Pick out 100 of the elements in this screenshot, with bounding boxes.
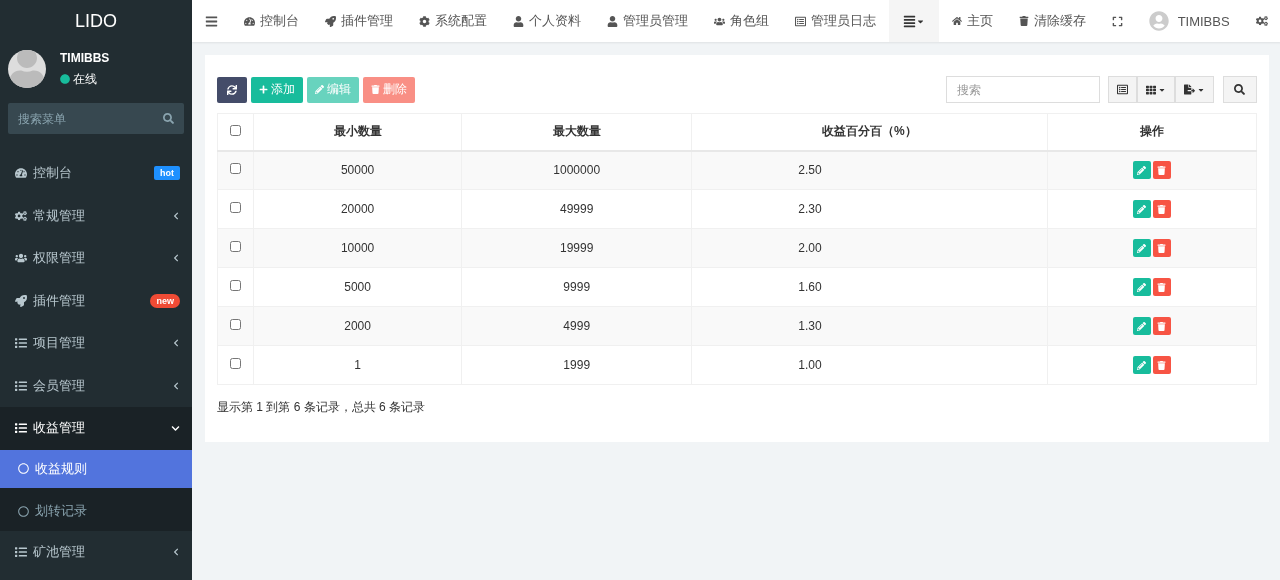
- menu-item[interactable]: 常规管理: [0, 194, 192, 237]
- chevron-down-icon: [171, 423, 180, 433]
- table-cell: 1.30: [691, 306, 1047, 346]
- pencil-icon: [1137, 243, 1147, 253]
- trash-icon: [1157, 321, 1167, 331]
- user-menu[interactable]: TIMIBBS: [1136, 0, 1243, 42]
- trash-icon: [371, 85, 380, 94]
- refresh-button[interactable]: [217, 76, 247, 103]
- menu-icon: [205, 14, 218, 28]
- table-cell: 10000: [253, 228, 462, 268]
- edit-button[interactable]: [1132, 161, 1151, 180]
- refresh-icon: [227, 84, 237, 95]
- select-all-checkbox[interactable]: [230, 124, 241, 136]
- user-avatar: [1149, 11, 1169, 31]
- dashboard-icon: [15, 167, 27, 180]
- column-header: 最小数量: [253, 113, 462, 151]
- row-checkbox[interactable]: [230, 202, 241, 213]
- chevron-left-icon: [172, 211, 180, 220]
- row-checkbox[interactable]: [230, 163, 241, 175]
- list-icon: [903, 14, 916, 28]
- table-cell: 20000: [253, 189, 462, 229]
- users-icon: [15, 252, 27, 265]
- table-cell: 1000000: [461, 150, 692, 190]
- edit-button[interactable]: [1132, 317, 1151, 335]
- search-button[interactable]: [1222, 76, 1257, 103]
- nav-link[interactable]: 清除缓存: [1006, 0, 1099, 42]
- nav-link[interactable]: 角色组: [701, 0, 782, 42]
- list-icon: [15, 379, 27, 392]
- submenu-item[interactable]: 划转记录: [0, 492, 192, 531]
- trash-icon: [1157, 243, 1167, 253]
- table-cell: 4999: [461, 306, 692, 346]
- nav-link[interactable]: 系统配置: [406, 0, 500, 42]
- trash-icon: [1157, 282, 1167, 292]
- pencil-icon: [1137, 165, 1147, 175]
- toggle-view-button[interactable]: [1107, 76, 1137, 103]
- gears-icon: [15, 209, 27, 222]
- nav-link[interactable]: 插件管理: [312, 0, 406, 42]
- row-checkbox[interactable]: [230, 358, 241, 369]
- trash-icon: [1157, 204, 1167, 214]
- menu-item[interactable]: 会员管理: [0, 364, 192, 407]
- nav-dropdown[interactable]: [889, 0, 939, 42]
- table-cell: 1.00: [691, 345, 1047, 385]
- pencil-icon: [1137, 204, 1147, 214]
- edit-button[interactable]: [1132, 356, 1151, 374]
- card-icon: [1116, 84, 1128, 95]
- chevron-left-icon: [172, 381, 180, 390]
- rocket-icon: [325, 15, 336, 27]
- search-icon: [163, 113, 174, 124]
- table-cell: 9999: [461, 267, 692, 307]
- delete-button[interactable]: [1152, 161, 1171, 180]
- table-cell: 1999: [461, 345, 692, 385]
- user-icon: [607, 15, 618, 27]
- nav-link[interactable]: 主页: [939, 0, 1006, 42]
- user-name: TIMIBBS: [60, 50, 110, 65]
- edit-button[interactable]: [1132, 278, 1151, 296]
- edit-button[interactable]: [1132, 200, 1151, 218]
- chevron-left-icon: [172, 547, 180, 556]
- users-icon: [714, 15, 725, 27]
- row-checkbox[interactable]: [230, 241, 241, 252]
- search-field[interactable]: 搜索: [945, 76, 1100, 103]
- menu-item[interactable]: 项目管理: [0, 322, 192, 365]
- home-icon: [952, 16, 962, 26]
- export-button[interactable]: [1174, 76, 1214, 103]
- user-status: 在线: [73, 70, 97, 88]
- list-icon: [15, 422, 27, 435]
- table-cell: 1: [253, 345, 462, 385]
- chevron-left-icon: [172, 254, 180, 263]
- delete-button[interactable]: [1152, 278, 1171, 296]
- export-icon: [1183, 84, 1195, 95]
- nav-link[interactable]: 个人资料: [500, 0, 594, 42]
- edit-button[interactable]: [1132, 239, 1151, 257]
- gears-icon: [1255, 15, 1268, 27]
- row-checkbox[interactable]: [230, 280, 241, 291]
- delete-button[interactable]: [1152, 200, 1171, 218]
- columns-button[interactable]: [1136, 76, 1175, 103]
- column-header: 收益百分百（%）: [691, 113, 1047, 151]
- submenu-item[interactable]: 收益规则: [0, 449, 192, 488]
- grid-icon: [1145, 84, 1156, 95]
- list-icon: [15, 337, 27, 350]
- pencil-icon: [1137, 282, 1147, 292]
- delete-button[interactable]: [1152, 239, 1171, 257]
- trash-icon: [1019, 16, 1029, 26]
- menu-item[interactable]: 矿池管理: [0, 530, 192, 573]
- menu-item[interactable]: 插件管理 new: [0, 279, 192, 322]
- row-checkbox[interactable]: [230, 319, 241, 330]
- table-cell: 2.30: [691, 189, 1047, 229]
- nav-link[interactable]: 管理员日志: [782, 0, 889, 42]
- list-icon: [795, 15, 806, 27]
- menu-search-field[interactable]: 搜索菜单: [8, 103, 184, 134]
- gear-icon: [419, 15, 430, 27]
- delete-button[interactable]: [1152, 356, 1171, 374]
- menu-badge: new: [150, 293, 180, 308]
- nav-link[interactable]: 控制台: [231, 0, 312, 42]
- nav-link[interactable]: 管理员管理: [594, 0, 701, 42]
- table-cell: 5000: [253, 267, 462, 307]
- menu-item[interactable]: 控制台 hot: [0, 152, 192, 195]
- column-header: 操作: [1047, 113, 1257, 151]
- menu-item[interactable]: 权限管理: [0, 237, 192, 280]
- delete-button[interactable]: [1152, 317, 1171, 335]
- menu-item[interactable]: 收益管理: [0, 407, 192, 450]
